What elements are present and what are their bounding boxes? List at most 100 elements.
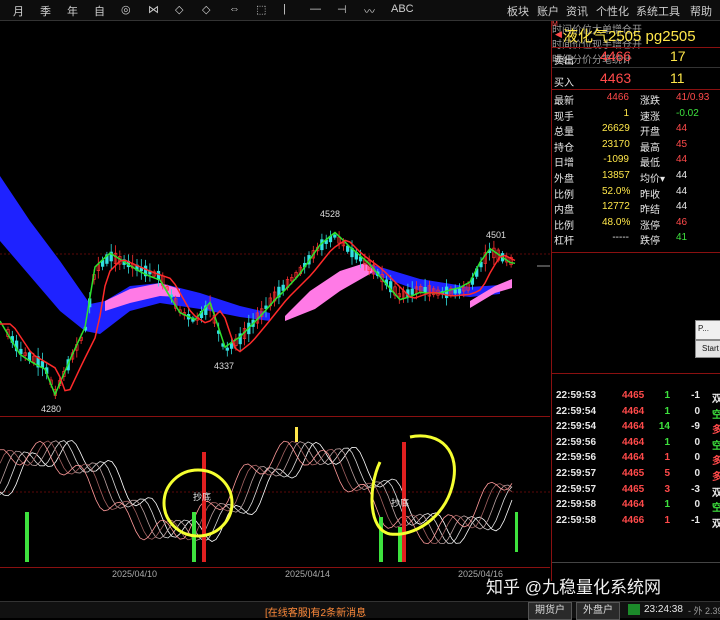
tick-price: 4464 [622, 436, 645, 448]
tick-row[interactable]: 22:59:58 4466 1 -1 双 [552, 514, 720, 530]
tick-row[interactable]: 22:59:54 4464 14 -9 多 [552, 420, 720, 436]
toolbar-button[interactable]: 自 [94, 3, 105, 19]
toolbar-button[interactable]: ◇ [175, 3, 183, 16]
tick-row[interactable]: 22:59:56 4464 1 0多 [552, 451, 720, 467]
tick-volume: 1 [664, 405, 670, 417]
toolbar-button[interactable]: ◎ [121, 3, 131, 16]
tick-type: 多 [712, 468, 720, 483]
tick-type: 双 [712, 515, 720, 530]
low2-label: 4337 [214, 361, 234, 371]
tick-volume: 14 [658, 421, 670, 433]
status-time: 23:24:38 [644, 604, 683, 615]
tick-time: 22:59:56 [556, 452, 597, 464]
toolbar-button[interactable]: ◇ [202, 3, 210, 16]
signal-bars [25, 427, 518, 562]
tick-type: 空 [712, 437, 720, 452]
date-label: 2025/04/14 [285, 569, 331, 579]
stat-label: 最高 [640, 142, 660, 154]
stat-label: 最新 [554, 96, 574, 107]
stat-value: ----- [612, 232, 629, 244]
tick-row[interactable]: 22:59:53 4465 1 -1 双 [552, 389, 720, 405]
tick-volume: 1 [664, 499, 670, 511]
stat-value: 48.0% [602, 216, 631, 228]
foreign-account-button[interactable]: 外盘户 [576, 602, 620, 620]
stat-value: -1099 [603, 154, 629, 166]
toolbar-button[interactable]: — [310, 3, 321, 15]
stat-value: 1 [623, 107, 629, 119]
popup-window[interactable]: P... [695, 320, 720, 340]
stat-value: 41 [676, 232, 688, 244]
band-pink-2 [285, 263, 375, 321]
stat-value: 44 [676, 185, 688, 197]
stat-label: 速涨 [640, 111, 660, 123]
toolbar-button[interactable]: | [283, 3, 286, 15]
tick-change: 0 [694, 436, 700, 448]
toolbar-button[interactable]: ⋈ [148, 3, 159, 16]
tick-row[interactable]: 22:59:54 4464 1 0空 [552, 405, 720, 421]
stat-label: 最低 [640, 158, 660, 170]
menu-item[interactable]: 账户 [537, 3, 559, 19]
tick-price: 4465 [622, 468, 645, 479]
toolbar-button[interactable]: ⇔ [229, 3, 240, 15]
tick-price: 4464 [622, 452, 645, 464]
tick-price: 4466 [622, 514, 645, 526]
menu-item[interactable]: 板块 [507, 3, 529, 19]
marker-m: M [552, 21, 558, 28]
stat-label: 比例 [554, 189, 574, 201]
menu-item[interactable]: 系统工具 [636, 3, 680, 19]
stat-label: 跌停 [640, 236, 660, 248]
tick-row[interactable]: 22:59:57 4465 3 -3 双 [552, 483, 720, 499]
toolbar-button[interactable]: 年 [67, 3, 78, 19]
candle-body [444, 286, 449, 299]
toolbar-button[interactable]: ⊣ [337, 3, 347, 16]
stat-label: 现手 [554, 111, 574, 123]
stat-label: 比例 [554, 220, 574, 232]
toolbar-button[interactable]: 季 [40, 3, 51, 19]
stats-row: 内盘 12772 昨结 44 [552, 200, 720, 216]
annotation-label-1: 抄底 [193, 491, 211, 502]
tick-volume: 1 [664, 436, 670, 448]
sell-label: 卖出 [554, 56, 574, 67]
tick-type: 双 [712, 390, 720, 405]
watermark: 知乎 @九稳量化系统网 [486, 578, 661, 597]
toolbar-button[interactable]: ABC [391, 3, 414, 15]
candle-body [346, 245, 350, 252]
circle-annotation-1 [162, 468, 234, 538]
stat-value: -0.02 [676, 107, 699, 119]
indicator-chart[interactable]: 抄底 抄底 [0, 417, 550, 567]
marker-arrow-icon[interactable]: ◀ [555, 29, 562, 40]
toolbar-button[interactable]: 月 [13, 3, 24, 19]
menu-item[interactable]: 资讯 [566, 3, 588, 19]
futures-account-button[interactable]: 期货户 [528, 602, 572, 620]
stats-row: 比例 52.0% 昨收 44 [552, 185, 720, 201]
tick-change: 0 [694, 405, 700, 417]
stats-row: 比例 48.0% 涨停 46 [552, 216, 720, 232]
stat-value: 23170 [602, 138, 630, 150]
start-button[interactable]: Start [695, 340, 720, 358]
stat-value: 44 [676, 170, 688, 181]
stat-value: 26629 [602, 123, 630, 135]
stat-value: 13857 [602, 170, 630, 181]
tick-change: 0 [694, 499, 700, 511]
tick-row[interactable]: 22:59:56 4464 1 0空 [552, 436, 720, 452]
tick-price: 4464 [622, 499, 645, 511]
stats-row: 最新 4466 涨跌 41/0.93 [552, 91, 720, 107]
toolbar-button[interactable]: 〰 [364, 3, 375, 19]
candle-body [410, 288, 414, 295]
candle-body [453, 289, 457, 294]
tick-volume: 5 [664, 468, 670, 479]
stat-value: 45 [676, 138, 688, 150]
tick-row[interactable]: 22:59:57 4465 5 0 多 [552, 467, 720, 483]
menu-item[interactable]: 个性化 [596, 3, 629, 19]
tick-change: -9 [691, 421, 700, 433]
tick-time: 22:59:54 [556, 405, 597, 417]
stats-row: 日增 -1099 最低 44 [552, 153, 720, 169]
tick-time: 22:59:56 [556, 436, 597, 448]
signal-bar [202, 452, 206, 562]
menu-item[interactable]: 帮助 [690, 3, 712, 19]
candlestick-chart[interactable]: 4528 4501 4280 4337 [0, 21, 550, 416]
toolbar-button[interactable]: ⬚ [256, 3, 266, 16]
tick-row[interactable]: 22:59:58 4464 1 0空 [552, 498, 720, 514]
tick-price: 4465 [622, 483, 645, 495]
sell-qty: 17 [670, 48, 686, 64]
